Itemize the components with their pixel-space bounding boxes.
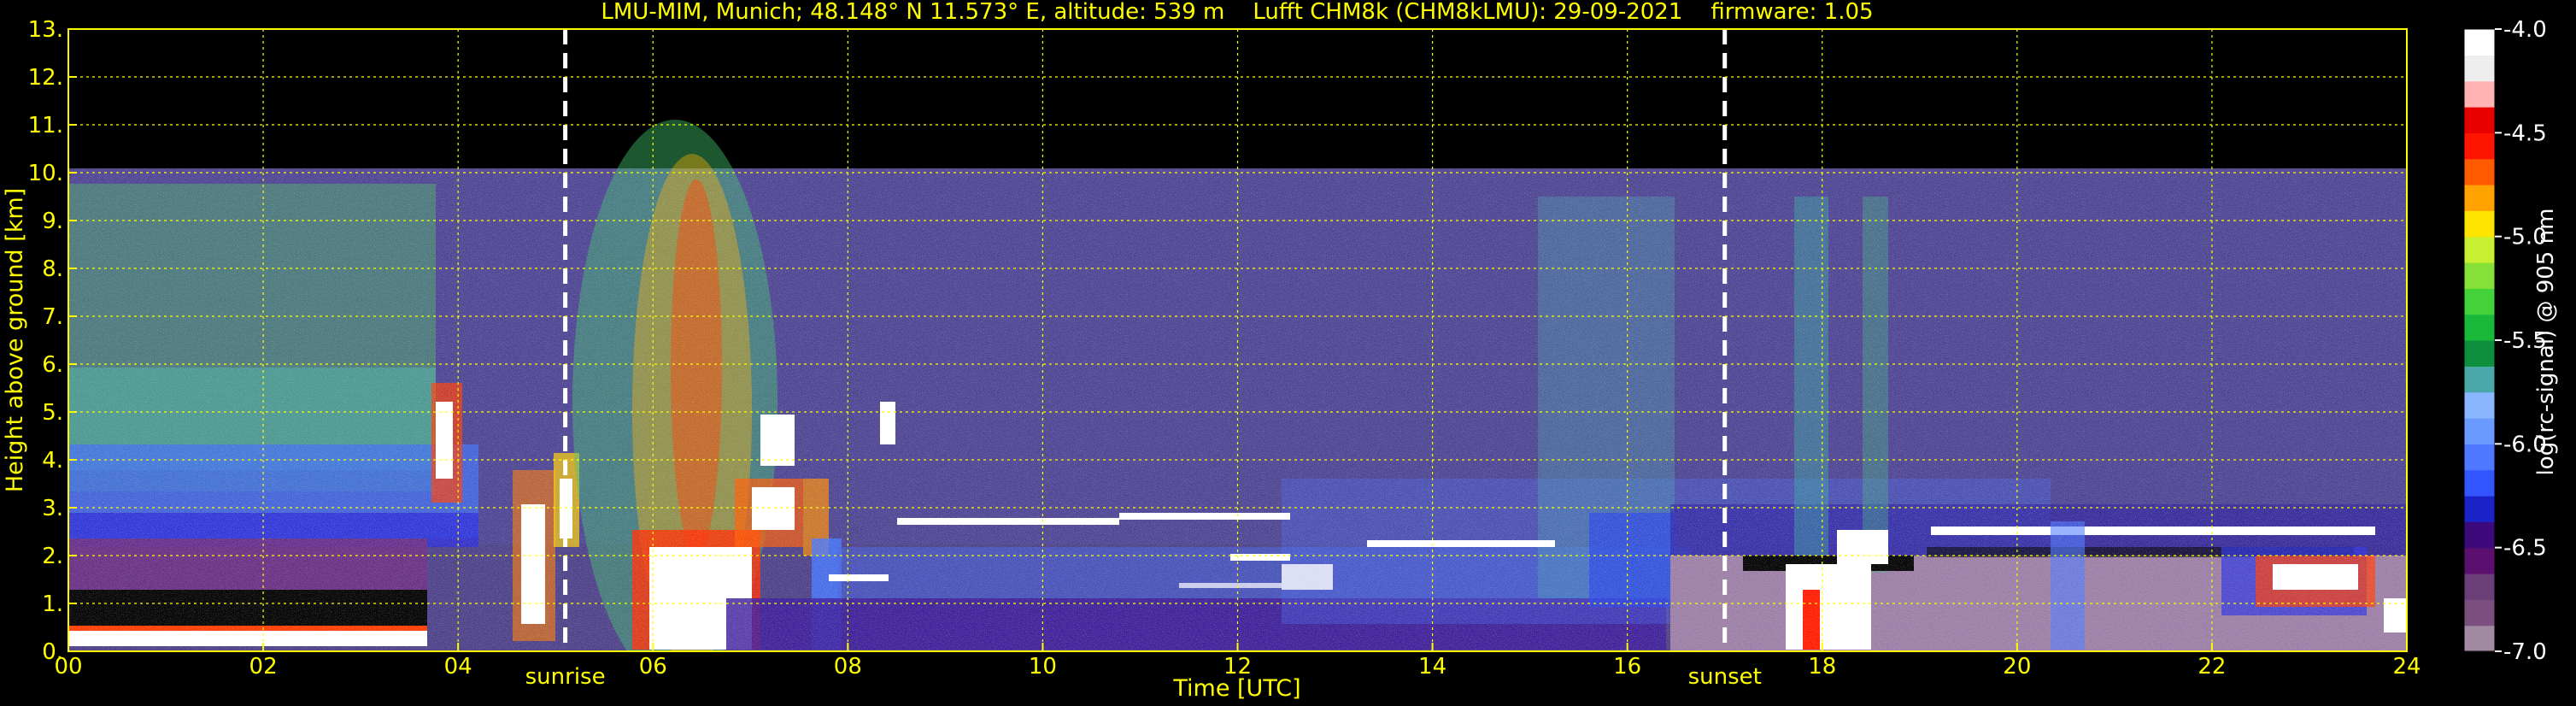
y-tick-label: 2.: [42, 544, 63, 569]
colorbar-tick-label: -7.0: [2503, 639, 2547, 665]
colorbar-swatch: [2464, 210, 2495, 238]
colorbar-swatch: [2464, 469, 2495, 497]
colorbar-swatch: [2464, 574, 2495, 600]
y-tick-label: 3.: [42, 496, 63, 521]
colorbar-swatch: [2464, 262, 2495, 289]
colorbar-swatch: [2464, 599, 2495, 627]
x-tick-label: 16: [1613, 654, 1641, 680]
colorbar-swatch: [2464, 547, 2495, 574]
colorbar-swatch: [2464, 366, 2495, 393]
colorbar-tick-label: -6.5: [2503, 536, 2547, 562]
backscatter-chart: 00 02 04 06 08 10 12 14 16 18 20 22 24 0.1.2.3.4.5.6…: [2, 0, 2559, 702]
x-tick-label: 14: [1418, 654, 1446, 680]
colorbar-swatch: [2464, 185, 2495, 211]
y-tick-label: 6.: [42, 352, 63, 378]
colorbar-swatch: [2464, 107, 2495, 133]
sun-annotations: sunrise sunset: [525, 664, 1762, 690]
x-tick-label: 04: [444, 654, 472, 680]
y-tick-label: 9.: [42, 209, 63, 234]
colorbar-swatch: [2464, 496, 2495, 522]
y-tick-label: 1.: [42, 591, 63, 617]
x-tick-label: 22: [2198, 654, 2226, 680]
sun-annotation-label: sunrise: [525, 664, 606, 690]
x-tick-label: 20: [2003, 654, 2031, 680]
colorbar-swatch: [2464, 236, 2495, 263]
x-tick-label: 02: [249, 654, 278, 680]
colorbar-swatch: [2464, 340, 2495, 367]
y-tick-label: 11.: [28, 113, 63, 138]
y-tick-label: 0.: [42, 639, 63, 665]
y-tick-label: 5.: [42, 400, 63, 426]
chart-title: LMU-MIM, Munich; 48.148° N 11.573° E, al…: [601, 0, 1873, 25]
y-tick-label: 8.: [42, 256, 63, 282]
x-tick-label: 18: [1808, 654, 1836, 680]
colorbar-swatch: [2464, 288, 2495, 315]
x-tick-label: 24: [2392, 654, 2421, 680]
colorbar-swatch: [2464, 132, 2495, 160]
sun-annotation-label: sunset: [1688, 664, 1762, 690]
y-tick-label: 7.: [42, 304, 63, 330]
colorbar-swatch: [2464, 444, 2495, 471]
colorbar-swatch: [2464, 29, 2495, 56]
colorbar-swatch: [2464, 418, 2495, 444]
colorbar-swatch: [2464, 80, 2495, 108]
y-axis-label: Height above ground [km]: [2, 188, 28, 492]
x-tick-label: 10: [1029, 654, 1057, 680]
colorbar-swatch: [2464, 625, 2495, 652]
y-tick-label: 10.: [28, 161, 63, 186]
ceilometer-figure: 00 02 04 06 08 10 12 14 16 18 20 22 24 0. 1. 2. 3. 4. 5. 6…: [0, 0, 2576, 706]
colorbar-swatch: [2464, 55, 2495, 82]
y-tick-label: 4.: [42, 448, 63, 474]
colorbar-tick-label: -4.0: [2503, 17, 2547, 43]
colorbar-swatch: [2464, 521, 2495, 549]
x-tick-label: 08: [834, 654, 862, 680]
x-axis-label: Time [UTC]: [1172, 675, 1300, 702]
colorbar-swatch: [2464, 391, 2495, 419]
colorbar-tick-label: -4.5: [2503, 121, 2547, 146]
y-tick-label: 12.: [28, 65, 63, 91]
colorbar-swatch: [2464, 158, 2495, 185]
y-tick-label: 13.: [28, 17, 63, 43]
x-tick-label: 06: [639, 654, 667, 680]
colorbar-label: log(rc-signal) @ 905 nm: [2533, 209, 2559, 476]
colorbar-swatch: [2464, 314, 2495, 341]
